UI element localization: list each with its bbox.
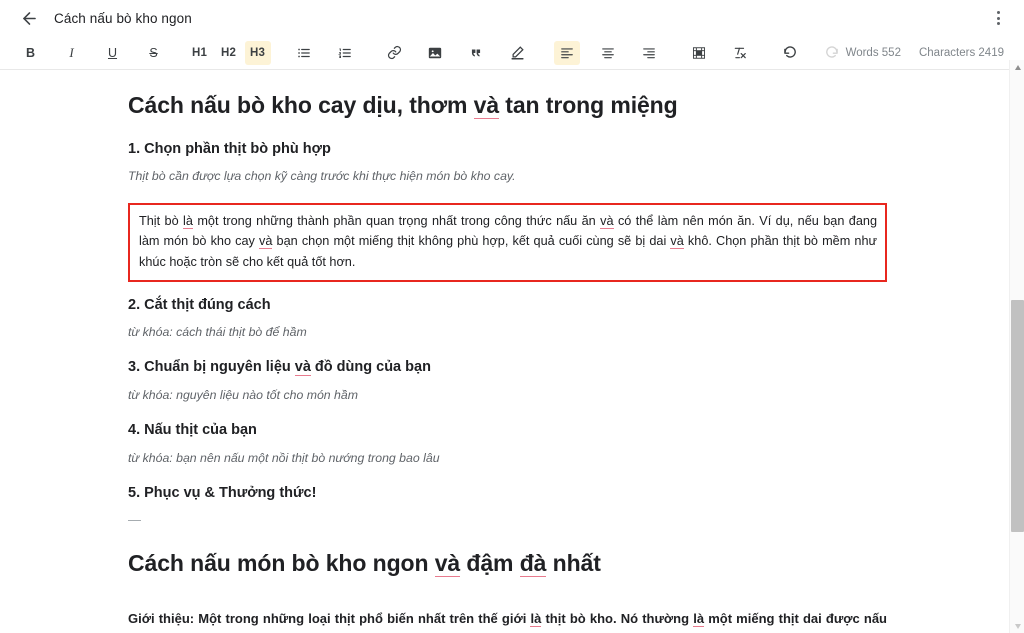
triangle-up [1014,64,1021,70]
document-stats: Words 552 Characters 2419 [846,47,1010,59]
section-keyword-1[interactable]: Thịt bò cần được lựa chọn kỹ càng trước … [128,168,887,185]
kebab-dot [996,22,1000,25]
section-heading-2[interactable]: 2. Cắt thịt đúng cách [128,296,887,316]
quote-icon[interactable] [463,41,489,65]
italic-button[interactable]: I [59,41,85,65]
document-page[interactable]: Cách nấu bò kho cay dịu, thơm và tan tro… [0,71,1007,633]
spellcheck-word: và [259,234,273,250]
kebab-dot [996,11,1000,14]
spellcheck-word: và [294,359,311,377]
strikethrough-button[interactable]: S [141,41,167,65]
heading-3-button[interactable]: H3 [244,40,271,65]
scroll-thumb[interactable] [1011,300,1024,532]
highlighted-paragraph-box[interactable]: Thịt bò là một trong những thành phần qu… [128,202,887,282]
image-icon[interactable] [422,41,448,65]
triangle-down [1014,623,1021,629]
section-keyword-4[interactable]: từ khóa: bạn nên nấu một nồi thịt bò nướ… [128,450,887,467]
document-scroll-area[interactable]: Cách nấu bò kho cay dịu, thơm và tan tro… [0,71,1024,633]
insert-table-icon[interactable] [686,41,712,65]
spellcheck-word: và [434,550,461,578]
align-left-icon[interactable] [554,40,581,65]
paragraph-divider[interactable]: — [128,512,887,527]
section-heading-4[interactable]: 4. Nấu thịt của bạn [128,421,887,441]
bulleted-list-icon[interactable] [291,41,317,65]
spellcheck-word: đà [519,550,547,578]
spellcheck-word: và [473,92,500,119]
undo-icon[interactable] [777,41,803,65]
spellcheck-word: là [693,611,705,628]
more-vertical-icon[interactable] [986,6,1010,30]
redo-icon[interactable] [818,41,844,65]
spellcheck-word: là [530,611,542,628]
scroll-down-arrow-icon[interactable] [1010,619,1024,633]
alignment-group [553,40,664,65]
formatting-toolbar: B I U S H1 H2 H3 Words 552 Characters 24… [0,36,1024,70]
character-count: Characters 2419 [918,46,1004,59]
bold-button[interactable]: B [18,41,44,65]
numbered-list-icon[interactable] [332,41,358,65]
align-right-icon[interactable] [636,41,662,65]
heading-group: H1 H2 H3 [185,40,272,65]
heading-2-button[interactable]: H2 [216,41,242,65]
document-heading-2[interactable]: Cách nấu món bò kho ngon và đậm đà nhất [128,549,887,578]
document-title[interactable]: Cách nấu bò kho ngon [54,11,192,26]
kebab-dot [996,16,1000,20]
align-center-icon[interactable] [595,41,621,65]
insert-group [380,41,532,65]
link-icon[interactable] [381,41,407,65]
word-count: Words 552 [845,46,901,59]
spellcheck-word: và [670,234,684,250]
table-format-group [685,41,755,65]
spellcheck-word: và [600,213,614,229]
highlighted-paragraph[interactable]: Thịt bò là một trong những thành phần qu… [139,211,877,273]
section-heading-1[interactable]: 1. Chọn phần thịt bò phù hợp [128,140,887,160]
spellcheck-word: là [183,213,193,229]
back-arrow-icon[interactable] [18,7,40,29]
intro-paragraph[interactable]: Giới thiệu: Một trong những loại thịt ph… [128,608,887,633]
section-keyword-2[interactable]: từ khóa: cách thái thịt bò để hầm [128,324,887,341]
list-group [289,41,359,65]
document-heading-1[interactable]: Cách nấu bò kho cay dịu, thơm và tan tro… [128,91,887,120]
section-heading-5[interactable]: 5. Phục vụ & Thưởng thức! [128,484,887,504]
section-keyword-3[interactable]: từ khóa: nguyên liệu nào tốt cho món hầm [128,387,887,404]
vertical-scrollbar[interactable] [1009,60,1024,633]
heading-1-button[interactable]: H1 [187,41,213,65]
underline-button[interactable]: U [100,41,126,65]
highlighter-pen-icon[interactable] [504,41,530,65]
top-bar: Cách nấu bò kho ngon [0,0,1024,36]
clear-formatting-icon[interactable] [727,41,753,65]
scroll-up-arrow-icon[interactable] [1010,60,1024,74]
text-style-group: B I U S [16,41,168,65]
document-editor-app: Cách nấu bò kho ngon B I U S H1 H2 H3 Wo… [0,0,1024,633]
history-group [776,41,846,65]
section-heading-3[interactable]: 3. Chuẩn bị nguyên liệu và đồ dùng của b… [128,358,887,378]
